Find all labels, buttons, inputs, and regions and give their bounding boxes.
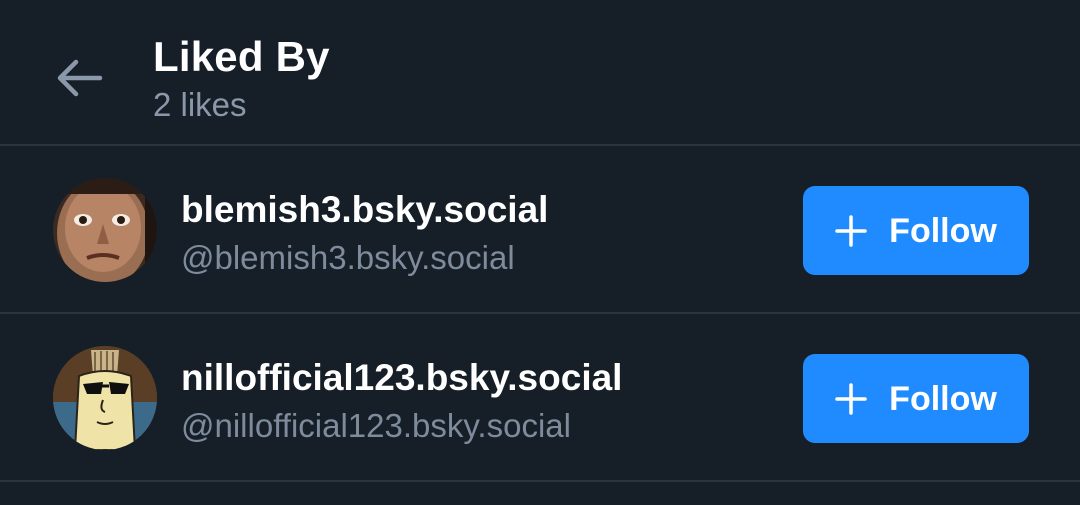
user-display-name[interactable]: blemish3.bsky.social — [181, 188, 548, 232]
plus-icon — [835, 214, 867, 247]
page-title: Liked By — [153, 33, 330, 80]
avatar[interactable] — [53, 346, 157, 450]
follow-label: Follow — [889, 211, 997, 250]
plus-icon — [835, 382, 867, 415]
follow-label: Follow — [889, 379, 997, 418]
user-handle: @blemish3.bsky.social — [181, 239, 515, 276]
back-button[interactable] — [50, 54, 108, 102]
avatar[interactable] — [53, 178, 157, 282]
user-row[interactable]: nillofficial123.bsky.social @nillofficia… — [0, 314, 1080, 482]
user-row[interactable]: blemish3.bsky.social @blemish3.bsky.soci… — [0, 146, 1080, 314]
user-display-name[interactable]: nillofficial123.bsky.social — [181, 356, 622, 400]
likes-count: 2 likes — [153, 86, 247, 123]
user-handle: @nillofficial123.bsky.social — [181, 407, 571, 444]
follow-button[interactable]: Follow — [803, 186, 1029, 275]
follow-button[interactable]: Follow — [803, 354, 1029, 443]
header: Liked By 2 likes — [0, 0, 1080, 146]
arrow-left-icon — [57, 59, 103, 97]
